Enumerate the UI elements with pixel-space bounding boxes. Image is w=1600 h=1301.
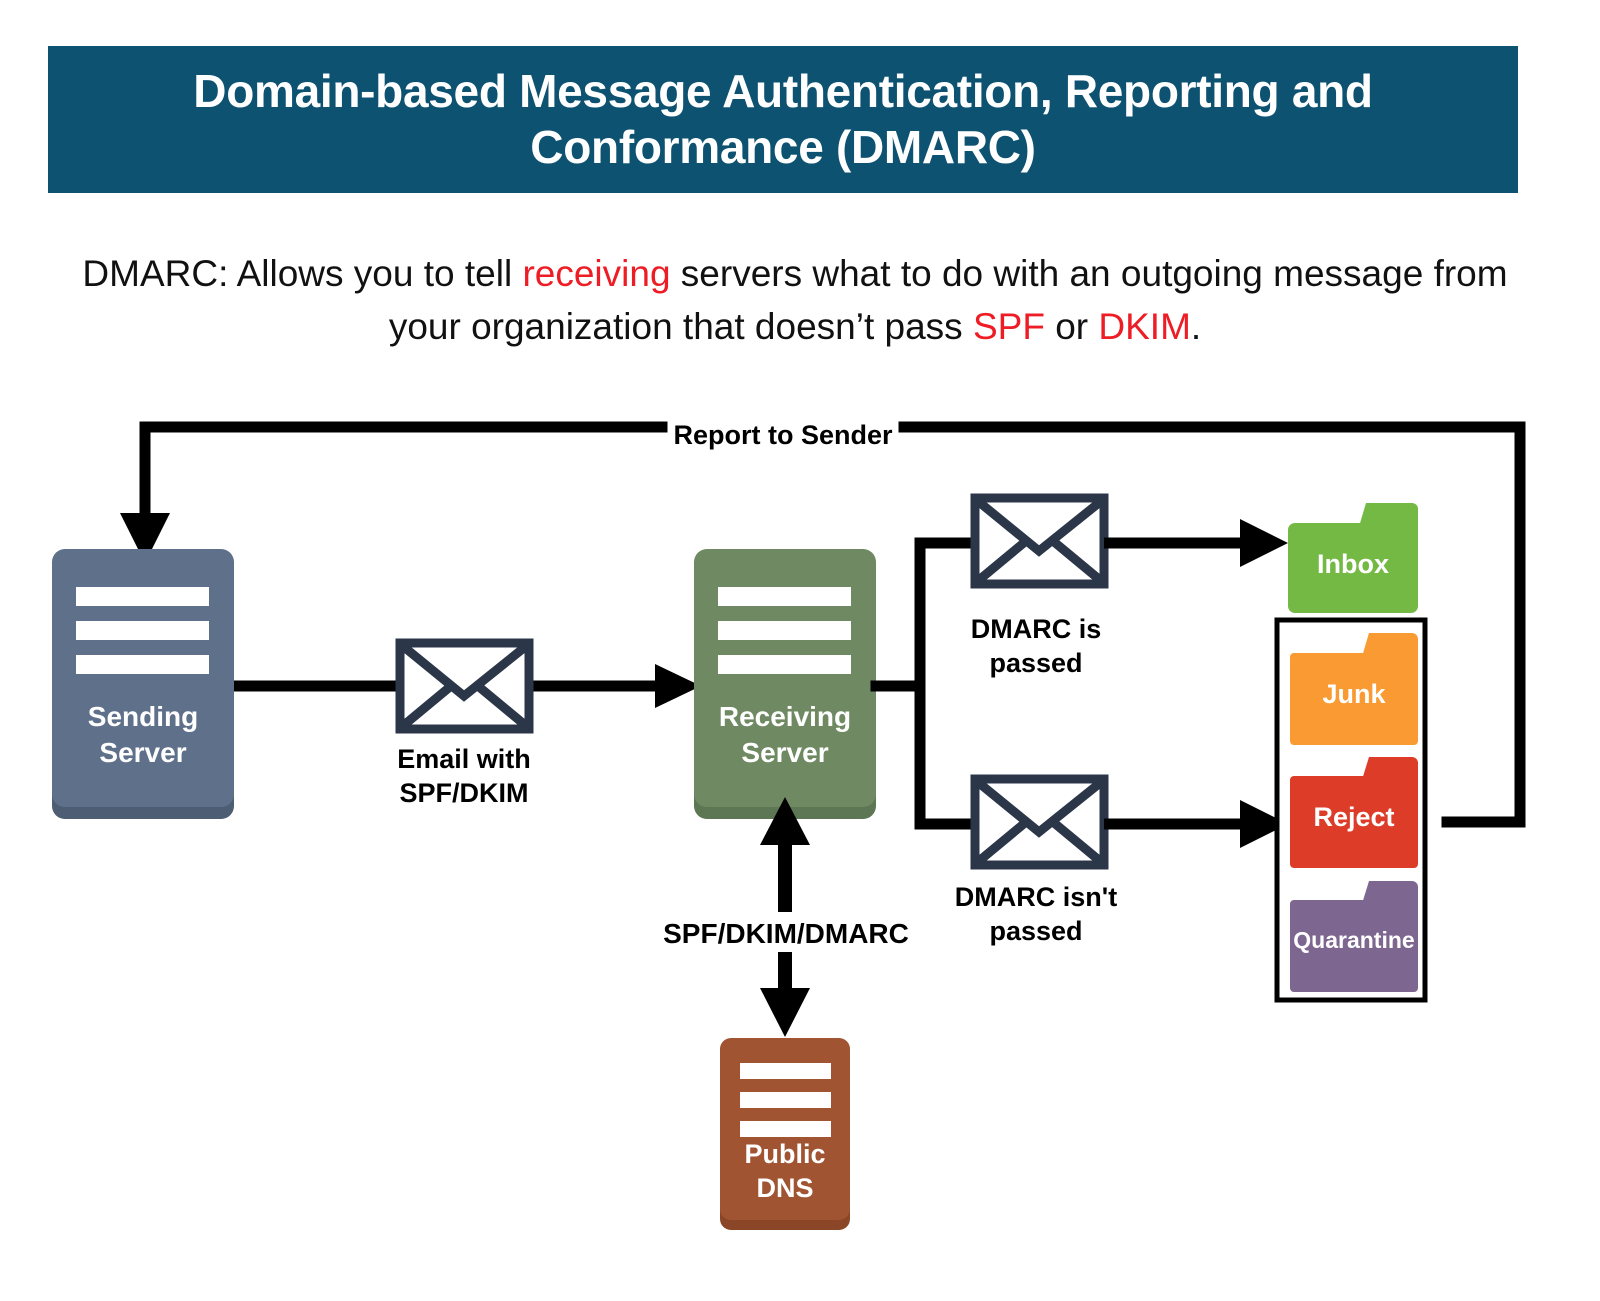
diagram-page: Domain-based Message Authentication, Rep… bbox=[0, 0, 1600, 1301]
envelope-email-spf-dkim bbox=[395, 638, 534, 734]
public-dns-label-1: Public bbox=[744, 1139, 825, 1169]
intro-text-b: servers what to do with an outgoing mess… bbox=[670, 253, 1508, 294]
intro-paragraph: DMARC: Allows you to tell receiving serv… bbox=[50, 248, 1540, 353]
intro-highlight-receiving: receiving bbox=[522, 253, 671, 294]
folder-inbox-label: Inbox bbox=[1317, 549, 1389, 579]
public-dns-label-2: DNS bbox=[756, 1173, 813, 1203]
intro-text-d: or bbox=[1044, 305, 1099, 347]
folder-quarantine-label: Quarantine bbox=[1293, 927, 1414, 953]
receiving-server-label-2: Server bbox=[741, 737, 828, 768]
folder-reject-label: Reject bbox=[1313, 802, 1394, 832]
label-email-spf-dkim-2: SPF/DKIM bbox=[399, 778, 528, 808]
folder-inbox: Inbox bbox=[1288, 503, 1418, 613]
node-public-dns: Public DNS bbox=[720, 1038, 850, 1230]
intro-text-e: . bbox=[1190, 305, 1202, 347]
intro-highlight-dkim: DKIM bbox=[1098, 305, 1191, 347]
label-dmarc-not-passed-2: passed bbox=[989, 916, 1082, 946]
label-report-to-sender: Report to Sender bbox=[673, 420, 893, 450]
arrowhead-icon bbox=[1240, 519, 1288, 567]
label-email-spf-dkim-1: Email with bbox=[397, 744, 531, 774]
title-banner: Domain-based Message Authentication, Rep… bbox=[48, 46, 1518, 193]
connector-receiving-branch bbox=[870, 537, 981, 830]
connector-to-inbox bbox=[1104, 519, 1288, 567]
folder-junk-label: Junk bbox=[1322, 679, 1386, 709]
arrowhead-down-icon bbox=[760, 988, 810, 1037]
intro-text-a: DMARC: Allows you to tell bbox=[82, 253, 523, 294]
envelope-dmarc-not-passed bbox=[970, 774, 1109, 870]
page-title: Domain-based Message Authentication, Rep… bbox=[193, 65, 1373, 173]
envelope-dmarc-passed bbox=[970, 493, 1109, 589]
node-sending-server: Sending Server bbox=[52, 549, 234, 819]
receiving-server-label-1: Receiving bbox=[719, 701, 851, 732]
intro-highlight-spf: SPF bbox=[972, 305, 1045, 347]
node-receiving-server: Receiving Server bbox=[694, 549, 876, 819]
intro-text-c: your organization that doesn’t pass bbox=[388, 305, 973, 347]
label-dmarc-passed-2: passed bbox=[989, 648, 1082, 678]
label-dmarc-passed-1: DMARC is bbox=[971, 614, 1102, 644]
sending-server-label-2: Server bbox=[99, 737, 186, 768]
connector-to-reject bbox=[1104, 800, 1288, 848]
sending-server-label-1: Sending bbox=[88, 701, 198, 732]
label-dmarc-not-passed-1: DMARC isn't bbox=[955, 882, 1117, 912]
dmarc-flow-diagram: Report to Sender Sending Server Email wi… bbox=[0, 385, 1600, 1275]
label-spf-dkim-dmarc-wrap: SPF/DKIM/DMARC bbox=[663, 912, 909, 952]
label-spf-dkim-dmarc: SPF/DKIM/DMARC bbox=[663, 918, 909, 949]
